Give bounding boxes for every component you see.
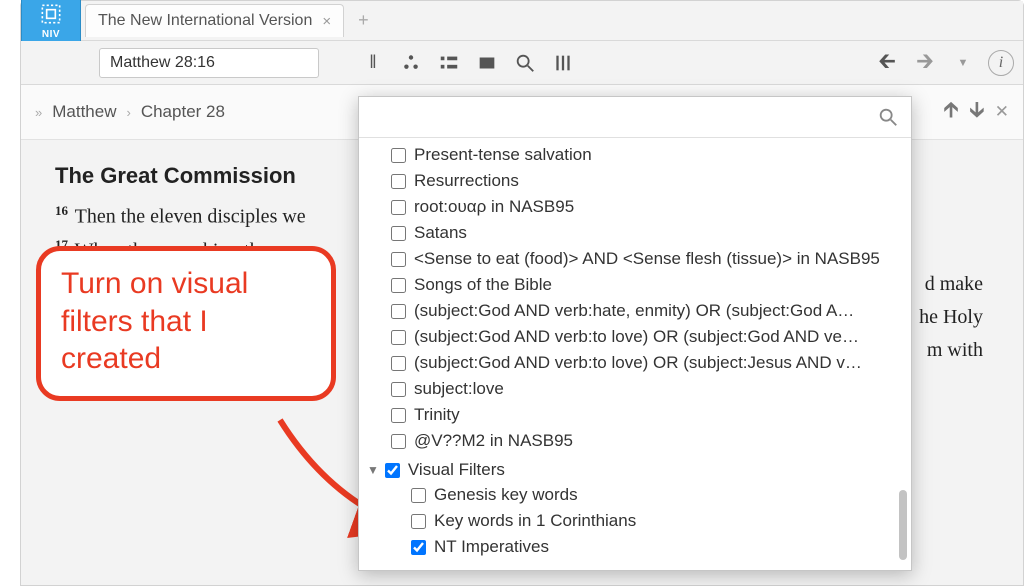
scrollbar-thumb[interactable] [899, 490, 907, 560]
tab-bar: NIV The New International Version × + [21, 1, 1023, 41]
next-icon[interactable]: 🡳 [969, 93, 985, 131]
filter-checkbox[interactable] [391, 434, 406, 449]
verse-number: 16 [55, 203, 68, 218]
annotation-text: Turn on visual filters that I created [61, 267, 248, 375]
filter-label: <Sense to eat (food)> AND <Sense flesh (… [414, 249, 880, 269]
filter-label: Trinity [414, 405, 460, 425]
filter-label: Key words in 1 Corinthians [434, 511, 636, 531]
filter-group-visual-filters[interactable]: ▼ Visual Filters [363, 454, 903, 482]
close-icon[interactable]: × [322, 13, 331, 30]
filter-checkbox[interactable] [391, 226, 406, 241]
group-label: Visual Filters [408, 460, 505, 480]
filter-checkbox[interactable] [411, 488, 426, 503]
filter-item[interactable]: root:ουαρ in NASB95 [363, 194, 903, 220]
filter-checkbox[interactable] [411, 540, 426, 555]
reference-input[interactable] [99, 48, 319, 78]
search-icon[interactable] [511, 49, 539, 77]
filter-item[interactable]: subject:love [363, 376, 903, 402]
filter-label: NT Imperatives [434, 537, 549, 557]
parallel-icon[interactable]: ‖ [359, 49, 387, 77]
filter-item[interactable]: @V??M2 in NASB95 [363, 428, 903, 454]
filter-label: Resurrections [414, 171, 519, 191]
filter-item[interactable]: (subject:God AND verb:to love) OR (subje… [363, 350, 903, 376]
prev-icon[interactable]: 🡱 [943, 93, 959, 131]
triangle-down-icon[interactable]: ▼ [367, 463, 379, 477]
filter-label: @V??M2 in NASB95 [414, 431, 573, 451]
breadcrumb-book[interactable]: Matthew [52, 102, 116, 122]
filter-label: root:ουαρ in NASB95 [414, 197, 574, 217]
filter-label: Present-tense salvation [414, 145, 592, 165]
filter-checkbox[interactable] [391, 200, 406, 215]
group-checkbox[interactable] [385, 463, 400, 478]
filter-checkbox[interactable] [391, 408, 406, 423]
forward-arrow-icon[interactable]: 🡲 [911, 49, 939, 77]
columns-icon[interactable] [549, 49, 577, 77]
filter-item[interactable]: (subject:God AND verb:hate, enmity) OR (… [363, 298, 903, 324]
dots-icon[interactable] [397, 49, 425, 77]
info-button[interactable]: i [987, 49, 1015, 77]
filter-item[interactable]: Present-tense salvation [363, 142, 903, 168]
panel-search-row [359, 97, 911, 138]
filter-label: (subject:God AND verb:to love) OR (subje… [414, 353, 862, 373]
filter-checkbox[interactable] [391, 356, 406, 371]
filter-item[interactable]: Satans [363, 220, 903, 246]
list-icon[interactable] [435, 49, 463, 77]
tab-main-label: The New International Version [98, 12, 312, 30]
subfilter-item[interactable]: Genesis key words [363, 482, 903, 508]
filter-label: Genesis key words [434, 485, 578, 505]
filter-label: Satans [414, 223, 467, 243]
new-tab-button[interactable]: + [344, 4, 383, 37]
filter-label: subject:love [414, 379, 504, 399]
filter-checkbox[interactable] [391, 330, 406, 345]
panel-search-input[interactable] [371, 103, 877, 131]
filter-checkbox[interactable] [391, 148, 406, 163]
filter-item[interactable]: Songs of the Bible [363, 272, 903, 298]
chevron-right-icon: › [126, 105, 130, 120]
filter-label: Songs of the Bible [414, 275, 552, 295]
filter-label: (subject:God AND verb:hate, enmity) OR (… [414, 301, 854, 321]
filter-checkbox[interactable] [391, 278, 406, 293]
back-arrow-icon[interactable]: 🡰 [873, 49, 901, 77]
filter-checkbox[interactable] [391, 174, 406, 189]
visual-filters-panel: Present-tense salvation Resurrections ro… [358, 96, 912, 571]
filter-checkbox[interactable] [391, 304, 406, 319]
verse-text: Then the eleven disciples we [75, 206, 306, 228]
annotation-callout: Turn on visual filters that I created [36, 246, 336, 401]
filter-item[interactable]: (subject:God AND verb:to love) OR (subje… [363, 324, 903, 350]
filter-label: (subject:God AND verb:to love) OR (subje… [414, 327, 859, 347]
filter-checkbox[interactable] [391, 252, 406, 267]
forward-menu-caret-icon[interactable]: ▼ [949, 49, 977, 77]
breadcrumb-chapter[interactable]: Chapter 28 [141, 102, 225, 122]
block-icon[interactable] [473, 49, 501, 77]
filter-checkbox[interactable] [391, 382, 406, 397]
panel-body: Present-tense salvation Resurrections ro… [359, 138, 911, 570]
search-icon[interactable] [877, 106, 899, 128]
toolbar: ‖ 🡰 🡲 ▼ i [21, 41, 1023, 85]
subfilter-item-nt-imperatives[interactable]: NT Imperatives [363, 534, 903, 560]
tab-main[interactable]: The New International Version × [85, 4, 344, 37]
breadcrumb-expand-icon[interactable]: » [35, 105, 42, 120]
filter-item[interactable]: Resurrections [363, 168, 903, 194]
filter-checkbox[interactable] [411, 514, 426, 529]
filter-item[interactable]: Trinity [363, 402, 903, 428]
filter-item[interactable]: <Sense to eat (food)> AND <Sense flesh (… [363, 246, 903, 272]
subfilter-item[interactable]: Key words in 1 Corinthians [363, 508, 903, 534]
breadcrumb-close-icon[interactable]: ✕ [995, 102, 1009, 122]
